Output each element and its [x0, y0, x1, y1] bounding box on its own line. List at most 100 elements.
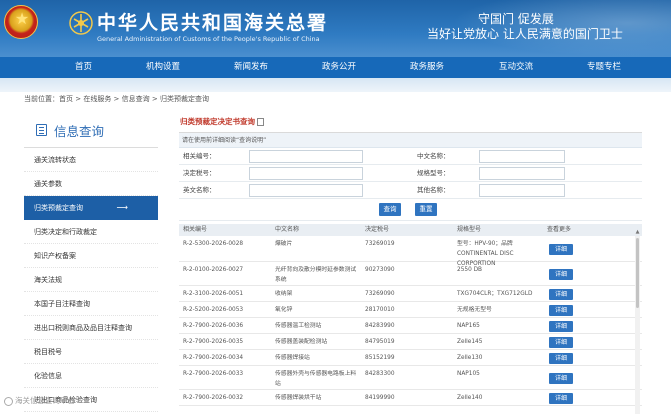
detail-button[interactable]: 详细	[549, 269, 573, 280]
cell-decision-code: 84283990	[365, 323, 395, 329]
nav-special-topics[interactable]: 专题专栏	[587, 57, 621, 78]
field-label-chinese-name: 中文名称：	[417, 152, 450, 160]
reset-button[interactable]: 重置	[415, 203, 437, 216]
detail-button[interactable]: 详细	[549, 373, 573, 384]
cell-related-number: R-2-7900-2026-0034	[183, 355, 244, 361]
main-content: 归类预裁定决定书查询 请在使用前详细阅读“查询说明” 相关编号： 中文名称： 决…	[179, 112, 642, 414]
cell-spec-model: 无规格无型号	[457, 307, 492, 313]
spec-model-input[interactable]	[479, 167, 565, 180]
sidebar-item-tariff-codes[interactable]: 税目税号	[24, 340, 158, 364]
field-label-decision-code: 决定税号：	[183, 169, 216, 177]
national-emblem-icon	[4, 5, 39, 39]
breadcrumb-info-query[interactable]: 信息查询	[122, 95, 150, 103]
sidebar-title: 信息查询	[54, 124, 105, 139]
cell-spec-model: Zelle130	[457, 355, 483, 361]
detail-button[interactable]: 详细	[549, 321, 573, 332]
sidebar-item-customs-laws[interactable]: 海关法规	[24, 268, 158, 292]
breadcrumb-home[interactable]: 首页	[59, 95, 73, 103]
cell-chinese-name: 光纤背向及散分模时延参数测试系统	[275, 267, 357, 283]
cell-related-number: R-2-3100-2026-0051	[183, 291, 244, 297]
site-header: 中华人民共和国海关总署 General Administration of Cu…	[0, 0, 671, 57]
field-label-spec-model: 规格型号：	[417, 169, 450, 177]
cell-spec-model: Zelle140	[457, 395, 483, 401]
english-name-input[interactable]	[249, 184, 363, 197]
document-icon[interactable]	[257, 118, 264, 126]
field-label-related-number: 相关编号：	[183, 152, 216, 160]
watermark-icon	[4, 396, 13, 406]
breadcrumb: 当前位置：首页 > 在线服务 > 信息查询 > 归类预裁定查询	[24, 95, 209, 103]
nav-home[interactable]: 首页	[75, 57, 92, 78]
cell-decision-code: 85152199	[365, 355, 395, 361]
query-note[interactable]: 请在使用前详细阅读“查询说明”	[179, 133, 642, 148]
table-row: R-2-3100-2026-0051 收纳架 73269090 TXG704CLR；T…	[179, 286, 642, 302]
detail-button[interactable]: 详细	[549, 337, 573, 348]
decision-code-input[interactable]	[249, 167, 363, 180]
cell-decision-code: 90273090	[365, 267, 395, 273]
document-list-icon	[36, 124, 47, 136]
scroll-up-icon[interactable]: ▲	[635, 228, 640, 236]
detail-button[interactable]: 详细	[549, 244, 573, 255]
detail-button[interactable]: 详细	[549, 353, 573, 364]
cell-decision-code: 84283300	[365, 371, 395, 377]
table-row: R-2-0100-2026-0027 光纤背向及散分模时延参数测试系统 902730…	[179, 262, 642, 286]
cell-related-number: R-2-5300-2026-0028	[183, 241, 244, 247]
customs-emblem-icon	[69, 11, 93, 35]
sidebar-item-classification-ruling[interactable]: 归类预裁定查询 ⟶	[24, 196, 158, 220]
column-header-name: 中文名称	[275, 226, 300, 233]
breadcrumb-online-service[interactable]: 在线服务	[83, 95, 111, 103]
cell-chinese-name: 传感器焊装烘干站	[275, 395, 322, 401]
nav-services[interactable]: 政务服务	[410, 57, 444, 78]
cell-chinese-name: 传感器温工检测站	[275, 323, 322, 329]
detail-button[interactable]: 详细	[549, 289, 573, 300]
nav-news[interactable]: 新闻发布	[234, 57, 268, 78]
form-row: 英文名称： 其他名称：	[179, 182, 642, 199]
table-row: R-2-7900-2026-0034 传感器焊接站 85152199 Zelle130…	[179, 350, 642, 366]
detail-button[interactable]: 详细	[549, 305, 573, 316]
form-button-row: 查询 重置	[179, 199, 642, 221]
cell-decision-code: 73269090	[365, 291, 395, 297]
nav-organization[interactable]: 机构设置	[146, 57, 180, 78]
cell-decision-code: 84199990	[365, 395, 395, 401]
column-header-spec: 规格型号	[457, 226, 482, 233]
site-subtitle: General Administration of Customs of the…	[97, 35, 320, 43]
breadcrumb-prefix: 当前位置：	[24, 95, 59, 103]
scrollbar[interactable]	[635, 236, 640, 414]
cell-spec-model: TXG704CLR；TXG712GLD	[457, 291, 533, 297]
cell-chinese-name: 传感器盖装配检测站	[275, 339, 328, 345]
table-row: R-2-7900-2026-0036 传感器温工检测站 84283990 NAP165…	[179, 318, 642, 334]
detail-button[interactable]: 详细	[549, 393, 573, 404]
cell-related-number: R-2-7900-2026-0036	[183, 323, 244, 329]
sidebar-item-tariff-notes[interactable]: 进出口税则商品及品目注释查询	[24, 316, 158, 340]
other-name-input[interactable]	[479, 184, 565, 197]
cell-spec-model: NAP165	[457, 323, 480, 329]
sidebar-item-clearance-params[interactable]: 通关参数	[24, 172, 158, 196]
cell-spec-model: Zelle145	[457, 339, 483, 345]
sidebar-item-subheading-notes[interactable]: 本国子目注释查询	[24, 292, 158, 316]
scrollbar-thumb[interactable]	[636, 238, 639, 308]
chinese-name-input[interactable]	[479, 150, 565, 163]
site-title[interactable]: 中华人民共和国海关总署	[97, 8, 328, 35]
sidebar: 信息查询 通关流转状态 通关参数 归类预裁定查询 ⟶ 归类决定和行政裁定 知识产权…	[24, 112, 158, 414]
column-header-more: 查看更多	[547, 226, 572, 233]
nav-interaction[interactable]: 互动交流	[499, 57, 533, 78]
sidebar-item-lab-info[interactable]: 化验信息	[24, 364, 158, 388]
cell-chinese-name: 氧化锌	[275, 307, 293, 313]
table-header: 相关编号 中文名称 决定税号 规格型号 查看更多	[179, 224, 642, 236]
breadcrumb-current[interactable]: 归类预裁定查询	[160, 95, 209, 103]
table-row: R-2-7900-2026-0033 传感器外壳与传感器电路板上料站 8428330…	[179, 366, 642, 390]
cell-related-number: R-2-7900-2026-0035	[183, 339, 244, 345]
cell-decision-code: 84795019	[365, 339, 395, 345]
slogan-line1: 守国门 促发展	[478, 12, 554, 26]
panel-title: 归类预裁定决定书查询	[179, 112, 264, 132]
nav-government-affairs[interactable]: 政务公开	[322, 57, 356, 78]
sidebar-item-clearance-status[interactable]: 通关流转状态	[24, 148, 158, 172]
watermark: 海关信息查询平台	[4, 395, 75, 406]
cell-related-number: R-2-7900-2026-0033	[183, 371, 244, 377]
sidebar-item-ip-filing[interactable]: 知识产权备案	[24, 244, 158, 268]
sidebar-item-classification-decisions[interactable]: 归类决定和行政裁定	[24, 220, 158, 244]
related-number-input[interactable]	[249, 150, 363, 163]
field-label-other-name: 其他名称：	[417, 186, 450, 194]
cell-chinese-name: 传感器焊接站	[275, 355, 310, 361]
table-row: R-2-5300-2026-0028 爆破片 73269019 型号：HPV-90；品…	[179, 236, 642, 267]
search-button[interactable]: 查询	[379, 203, 401, 216]
